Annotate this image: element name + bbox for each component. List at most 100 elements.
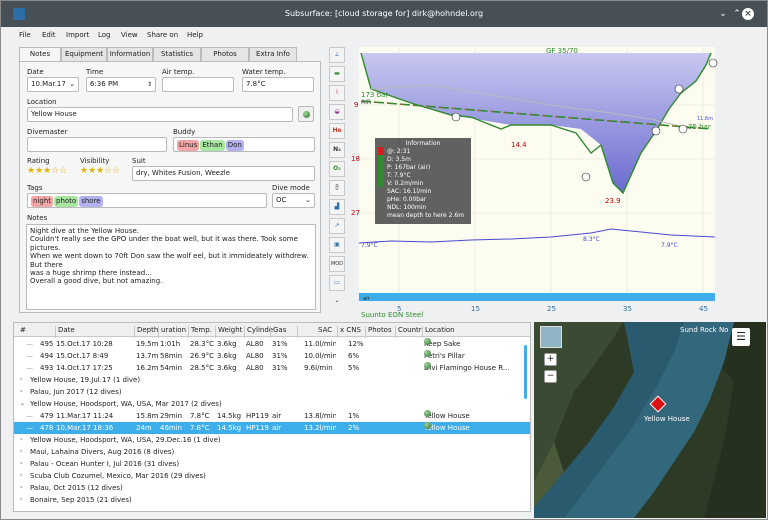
menu-import[interactable]: Import — [66, 31, 89, 39]
n2-pressure-button[interactable]: N₂ — [329, 142, 345, 158]
zoom-out-button[interactable]: − — [544, 370, 557, 383]
location-field[interactable]: Yellow House — [27, 107, 293, 122]
chevron-right-icon[interactable]: › — [20, 494, 22, 506]
tab-extra-info[interactable]: Extra Info — [249, 47, 297, 62]
calculated-ceiling-icon[interactable]: ⌇ — [329, 85, 345, 101]
tree-line: — — [26, 364, 33, 372]
col-location[interactable]: Location — [422, 326, 455, 338]
trip-row[interactable]: › Yellow House, 19.Jul.17 (1 dive) — [14, 374, 530, 386]
dive-row[interactable]: —478 10.Mar.17 18:36 24m 46min 7.8°C 14.5kg HP… — [14, 422, 530, 434]
visibility-stars[interactable]: ★★★☆☆ — [80, 166, 120, 176]
chevron-right-icon[interactable]: › — [20, 434, 22, 446]
divemode-select[interactable]: OC ⌄ — [272, 193, 315, 208]
dive-row[interactable]: —494 15.Oct.17 8:49 13.7m 58min 26.9°C 3.6kg A… — [14, 350, 530, 362]
airtemp-field[interactable] — [162, 77, 234, 92]
divemaster-field[interactable] — [27, 137, 167, 152]
notes-textarea[interactable]: Night dive at the Yellow House. Couldn't… — [26, 224, 316, 310]
dive-row[interactable]: —495 15.Oct.17 10:28 19.5m 1:01h 28.3°C 3.6kg… — [14, 338, 530, 350]
menu-log[interactable]: Log — [98, 31, 111, 39]
cell-sac: 13.2l/min — [304, 424, 336, 432]
heartrate-icon[interactable]: ▬ — [329, 66, 345, 82]
chevron-right-icon[interactable]: › — [20, 386, 22, 398]
trip-row[interactable]: › Maui, Lahaina Divers, Aug 2016 (8 dives… — [14, 446, 530, 458]
watertemp-field[interactable]: 7.8°C — [242, 77, 314, 92]
cell-gas: 31% — [272, 352, 288, 360]
location-globe-button[interactable] — [298, 106, 314, 122]
tissue-icon[interactable]: ▟ — [329, 199, 345, 215]
chevron-down-icon[interactable]: ⌄ — [20, 398, 25, 410]
o2-pressure-button[interactable]: O₂ — [329, 161, 345, 177]
menu-share-on[interactable]: Share on — [147, 31, 178, 39]
dive-list-scrollbar[interactable] — [524, 345, 527, 399]
chevron-right-icon[interactable]: › — [20, 458, 22, 470]
dive-list[interactable]: # Date Depth uration Temp. Weight Cylind… — [13, 322, 531, 512]
tab-equipment[interactable]: Equipment — [61, 47, 107, 62]
col-photos[interactable]: Photos — [365, 326, 392, 338]
col-gas[interactable]: Gas — [270, 326, 286, 338]
col-cylinder[interactable]: Cylinde — [244, 326, 273, 338]
menu-help[interactable]: Help — [187, 31, 203, 39]
col-depth[interactable]: Depth — [134, 326, 158, 338]
info-title: Information — [406, 140, 441, 147]
chevron-right-icon[interactable]: › — [20, 446, 22, 458]
notes-label: Notes — [27, 214, 48, 222]
ruler-icon[interactable]: ⟂ — [329, 47, 345, 63]
tab-notes[interactable]: Notes — [19, 47, 61, 62]
chevron-right-icon[interactable]: › — [20, 470, 22, 482]
sac-icon[interactable]: ↗ — [329, 218, 345, 234]
dive-row[interactable]: —479 11.Mar.17 11:24 15.8m 29min 7.8°C 14.5kg… — [14, 410, 530, 422]
col-duration[interactable]: uration — [158, 326, 186, 338]
trip-row[interactable]: › Palau, Jun 2017 (12 dives) — [14, 386, 530, 398]
globe-icon — [424, 410, 431, 417]
chevron-down-icon[interactable]: ⌄ — [717, 8, 729, 20]
chevron-down-icon[interactable]: ⌄ — [329, 294, 345, 310]
trip-row[interactable]: › Palau - Ocean Hunter I, Jul 2016 (31 di… — [14, 458, 530, 470]
date-field[interactable]: 10.Mar.17 ⌄ — [27, 77, 79, 92]
divemode-label: Dive mode — [272, 184, 310, 192]
pressure-start-label: 173 bar — [361, 91, 388, 99]
menu-file[interactable]: File — [19, 31, 31, 39]
close-icon[interactable]: × — [742, 8, 754, 20]
tab-statistics[interactable]: Statistics — [153, 47, 201, 62]
y-tick-label: 9 — [354, 101, 358, 109]
trip-row[interactable]: › Palau, Oct 2015 (12 dives) — [14, 482, 530, 494]
pictures-icon[interactable]: ▣ — [329, 237, 345, 253]
col-weight[interactable]: Weight — [215, 326, 242, 338]
he-pressure-button[interactable]: He — [329, 123, 345, 139]
gas-icon[interactable]: ◒ — [329, 104, 345, 120]
trip-label: Palau, Jun 2017 (12 dives) — [30, 388, 122, 396]
dive-row[interactable]: —493 14.Oct.17 17:25 16.2m 54min 28.5°C 3.6kg… — [14, 362, 530, 374]
cell-gas: 31% — [272, 340, 288, 348]
col-sac[interactable]: SAC — [297, 326, 332, 338]
time-field[interactable]: 6:36 PM ⇕ — [86, 77, 156, 92]
zoom-in-button[interactable]: + — [544, 353, 557, 366]
trip-label: Scuba Club Cozumel, Mexico, Mar 2016 (29… — [30, 472, 206, 480]
hamburger-menu-icon[interactable]: ☰ — [732, 328, 750, 346]
cell-date: 10.Mar.17 18:36 — [56, 424, 114, 432]
dive-map[interactable]: + − Sund Rock No ☰ Yellow House — [534, 322, 766, 518]
dive-profile[interactable]: GF 35/70 173 bar AIR 75 bar 9 18 27 14.4… — [351, 43, 721, 319]
mod-button[interactable]: MOD — [329, 256, 345, 272]
tank-bar-icon[interactable]: ▭ — [329, 275, 345, 291]
map-thumbnail-icon[interactable] — [540, 326, 562, 348]
suit-field[interactable]: dry, Whites Fusion, Weezle — [132, 166, 315, 181]
menu-edit[interactable]: Edit — [42, 31, 56, 39]
trip-row[interactable]: › Yellow House, Hoodsport, WA, USA, 29.De… — [14, 434, 530, 446]
col-country[interactable]: Countr — [395, 326, 422, 338]
col-cns[interactable]: x CNS — [337, 326, 361, 338]
trip-row[interactable]: › Scuba Club Cozumel, Mexico, Mar 2016 (2… — [14, 470, 530, 482]
col-date[interactable]: Date — [55, 326, 75, 338]
tab-photos[interactable]: Photos — [201, 47, 249, 62]
trip-row[interactable]: ⌄ Yellow House, Hoodsport, WA, USA, Mar 2… — [14, 398, 530, 410]
trip-row[interactable]: › Bonaire, Sep 2015 (21 dives) — [14, 494, 530, 506]
buddy-field[interactable]: Linus Ethan Don — [173, 137, 315, 152]
menu-view[interactable]: View — [121, 31, 138, 39]
col-temp[interactable]: Temp. — [188, 326, 212, 338]
mod-icon[interactable]: ⩉ — [329, 180, 345, 196]
chevron-right-icon[interactable]: › — [20, 374, 22, 386]
col-number[interactable]: # — [18, 326, 26, 338]
rating-stars[interactable]: ★★★☆☆ — [27, 166, 67, 176]
chevron-right-icon[interactable]: › — [20, 482, 22, 494]
tab-information[interactable]: Information — [107, 47, 153, 62]
tags-field[interactable]: night photo shore — [27, 193, 267, 208]
